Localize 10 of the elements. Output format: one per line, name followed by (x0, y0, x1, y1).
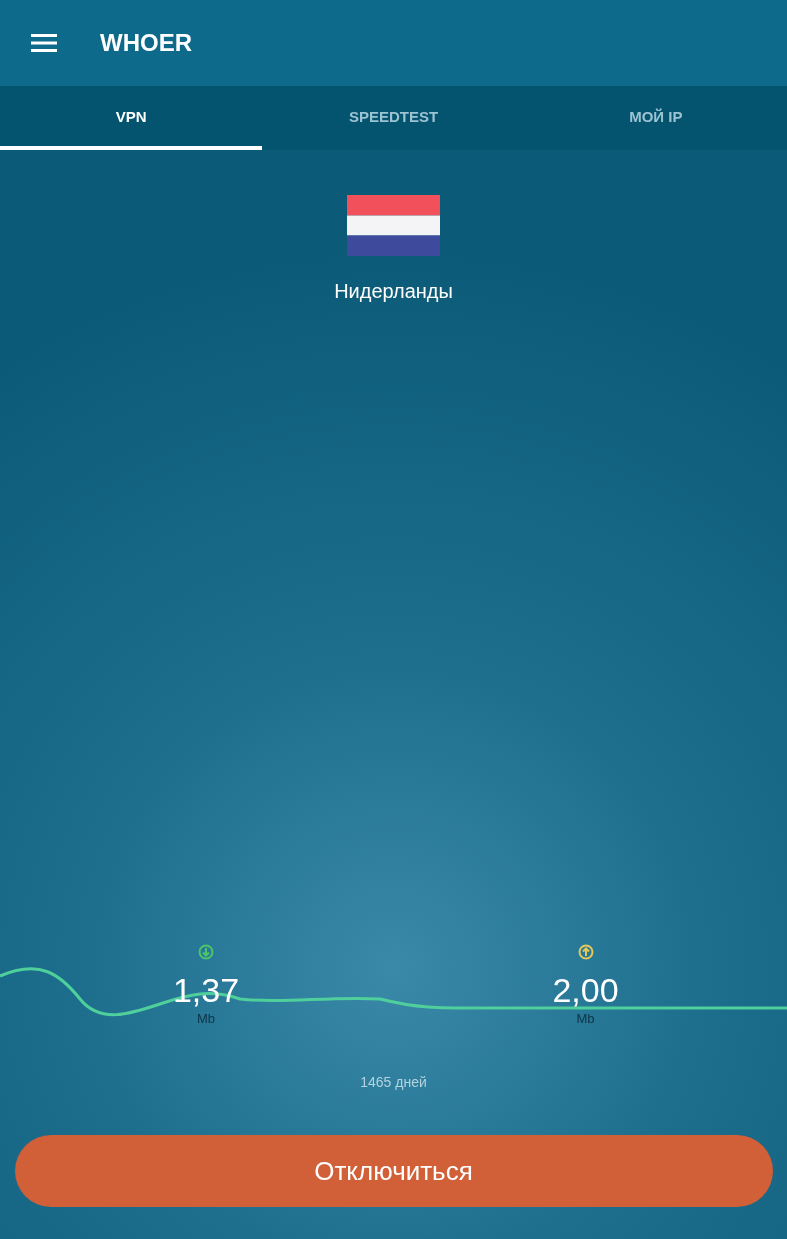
tab[interactable]: SPEEDTEST (262, 86, 525, 150)
tab[interactable]: МОЙ IP (524, 86, 787, 150)
traffic-unit: Mb (196, 1011, 216, 1026)
traffic-value: 1,37 (172, 971, 240, 1009)
country-name: Нидерланды (334, 280, 453, 303)
connection-duration: 1465 дней (360, 1074, 427, 1090)
traffic-value: 2,00 (552, 971, 619, 1009)
traffic-unit: Mb (576, 1011, 595, 1026)
app-title: WHOER (100, 29, 192, 57)
disconnect-button[interactable]: Отключиться (14, 1135, 773, 1207)
